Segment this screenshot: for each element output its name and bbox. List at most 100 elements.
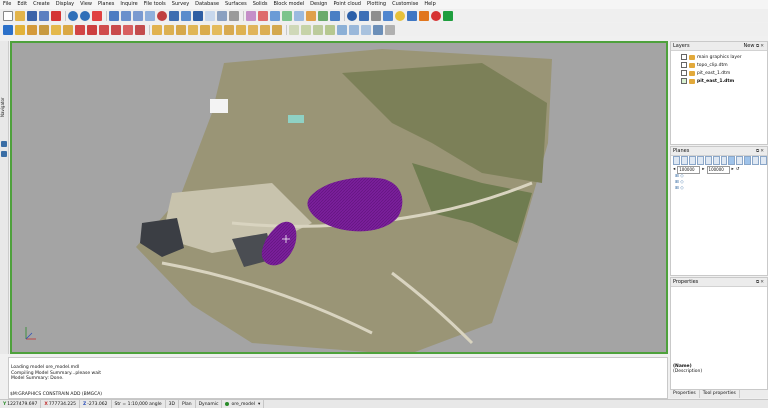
redo-icon[interactable] bbox=[80, 10, 90, 21]
line-icon[interactable] bbox=[270, 10, 280, 21]
arc-draw-icon[interactable] bbox=[313, 24, 323, 35]
polygon-icon[interactable] bbox=[282, 10, 292, 21]
menu-survey[interactable]: Survey bbox=[169, 0, 192, 9]
tools-icon[interactable] bbox=[1, 151, 7, 157]
remove-icon[interactable] bbox=[87, 24, 97, 35]
menu-create[interactable]: Create bbox=[30, 0, 53, 9]
contour-icon[interactable] bbox=[294, 10, 304, 21]
plane-clip-icon[interactable] bbox=[744, 156, 752, 165]
menu-solids[interactable]: Solids bbox=[250, 0, 271, 9]
join-icon[interactable] bbox=[200, 24, 210, 35]
square-icon[interactable] bbox=[419, 10, 429, 21]
table-icon[interactable] bbox=[217, 10, 227, 21]
menu-edit[interactable]: Edit bbox=[14, 0, 30, 9]
open-folder-icon[interactable] bbox=[15, 10, 25, 21]
draw-icon[interactable] bbox=[15, 24, 25, 35]
panel-controls-icon[interactable]: ⧉✕ bbox=[756, 44, 765, 49]
menu-point-cloud[interactable]: Point cloud bbox=[330, 0, 364, 9]
pan-icon[interactable] bbox=[169, 10, 179, 21]
plane-ns-icon[interactable] bbox=[680, 156, 688, 165]
arc-icon[interactable] bbox=[39, 24, 49, 35]
info-icon[interactable] bbox=[347, 10, 357, 21]
command-line[interactable]: $M:GRAPHICS CONSTRAIN ADD (BMGCA) bbox=[8, 391, 670, 398]
clip-icon[interactable] bbox=[111, 24, 121, 35]
smooth-icon[interactable] bbox=[224, 24, 234, 35]
save-icon[interactable] bbox=[27, 10, 37, 21]
layer-checkbox[interactable] bbox=[681, 54, 687, 60]
move-icon[interactable] bbox=[193, 10, 203, 21]
hexagon-icon[interactable] bbox=[407, 10, 417, 21]
plane-section-icon[interactable] bbox=[736, 156, 744, 165]
options-icon[interactable] bbox=[385, 24, 395, 35]
new-file-icon[interactable] bbox=[3, 10, 13, 21]
tab-properties[interactable]: Properties bbox=[670, 390, 700, 398]
snap-icon[interactable] bbox=[205, 10, 215, 21]
split-icon[interactable] bbox=[212, 24, 222, 35]
menu-view[interactable]: View bbox=[77, 0, 95, 9]
panel-controls-icon[interactable]: ⧉✕ bbox=[756, 148, 765, 154]
properties-icon[interactable] bbox=[371, 10, 381, 21]
undo-icon[interactable] bbox=[68, 10, 78, 21]
menu-block-model[interactable]: Block model bbox=[270, 0, 307, 9]
brightness-icon[interactable] bbox=[395, 10, 405, 21]
menu-database[interactable]: Database bbox=[192, 0, 222, 9]
filter-icon[interactable] bbox=[272, 24, 282, 35]
menu-planes[interactable]: Planes bbox=[95, 0, 117, 9]
menu-file-tools[interactable]: File tools bbox=[141, 0, 169, 9]
link-icon[interactable] bbox=[51, 24, 61, 35]
planes-tree-item[interactable]: ⊞ ◇ bbox=[671, 186, 767, 192]
menu-surfaces[interactable]: Surfaces bbox=[222, 0, 250, 9]
view-icon[interactable] bbox=[373, 24, 383, 35]
plane-2p-icon[interactable] bbox=[704, 156, 712, 165]
poly-icon[interactable] bbox=[289, 24, 299, 35]
chevron-down-icon[interactable]: ▾ bbox=[258, 402, 260, 407]
line-draw-icon[interactable] bbox=[301, 24, 311, 35]
delete-icon[interactable] bbox=[92, 10, 102, 21]
layer-checkbox[interactable] bbox=[681, 70, 687, 76]
menu-customise[interactable]: Customise bbox=[389, 0, 421, 9]
grid-icon[interactable] bbox=[121, 10, 131, 21]
layer-icon[interactable] bbox=[145, 10, 155, 21]
folder-icon[interactable] bbox=[1, 141, 7, 147]
graphics-viewport[interactable] bbox=[10, 41, 668, 354]
string-icon[interactable] bbox=[246, 10, 256, 21]
navigator-tab[interactable]: Navigator bbox=[0, 41, 9, 354]
layer-checkbox[interactable] bbox=[681, 78, 687, 84]
cut-icon[interactable] bbox=[75, 24, 85, 35]
plane-plan-icon[interactable] bbox=[673, 156, 680, 165]
reset-icon[interactable]: ↺ bbox=[736, 167, 740, 172]
panel-controls-icon[interactable]: ⧉✕ bbox=[756, 279, 765, 285]
zoom-icon[interactable] bbox=[157, 10, 167, 21]
plane-settings-icon[interactable] bbox=[752, 156, 760, 165]
section-icon[interactable] bbox=[306, 10, 316, 21]
plane-list-icon[interactable] bbox=[760, 156, 768, 165]
close-string-icon[interactable] bbox=[236, 24, 246, 35]
chain-icon[interactable] bbox=[63, 24, 73, 35]
add-point-icon[interactable] bbox=[3, 24, 13, 35]
plane-depth-input[interactable]: 100000 bbox=[706, 165, 730, 174]
menu-inquire[interactable]: Inquire bbox=[117, 0, 140, 9]
curve-icon[interactable] bbox=[27, 24, 37, 35]
offset-icon[interactable] bbox=[176, 24, 186, 35]
window-icon[interactable] bbox=[133, 10, 143, 21]
plane-width-input[interactable]: 100000 bbox=[677, 165, 701, 174]
arrow-right-icon[interactable]: ▸ bbox=[702, 167, 704, 172]
transform-icon[interactable] bbox=[164, 24, 174, 35]
chart-icon[interactable] bbox=[318, 10, 328, 21]
point-icon[interactable] bbox=[258, 10, 268, 21]
layer-item[interactable]: main graphics layer bbox=[671, 53, 767, 61]
measure-icon[interactable] bbox=[337, 24, 347, 35]
pen-icon[interactable] bbox=[330, 10, 340, 21]
select-icon[interactable] bbox=[349, 24, 359, 35]
layer-item[interactable]: pit_east_1.dtm bbox=[671, 69, 767, 77]
densify-icon[interactable] bbox=[260, 24, 270, 35]
eye-icon[interactable] bbox=[359, 10, 369, 21]
plane-3p-icon[interactable] bbox=[696, 156, 704, 165]
arrow-left-icon[interactable]: ◂ bbox=[673, 167, 675, 172]
layer-item[interactable]: topo_clip.dtm bbox=[671, 61, 767, 69]
plane-ew-icon[interactable] bbox=[688, 156, 696, 165]
close-file-icon[interactable] bbox=[51, 10, 61, 21]
menu-file[interactable]: File bbox=[0, 0, 14, 9]
tab-tool-properties[interactable]: Tool properties bbox=[700, 390, 740, 398]
copy-icon[interactable] bbox=[152, 24, 162, 35]
